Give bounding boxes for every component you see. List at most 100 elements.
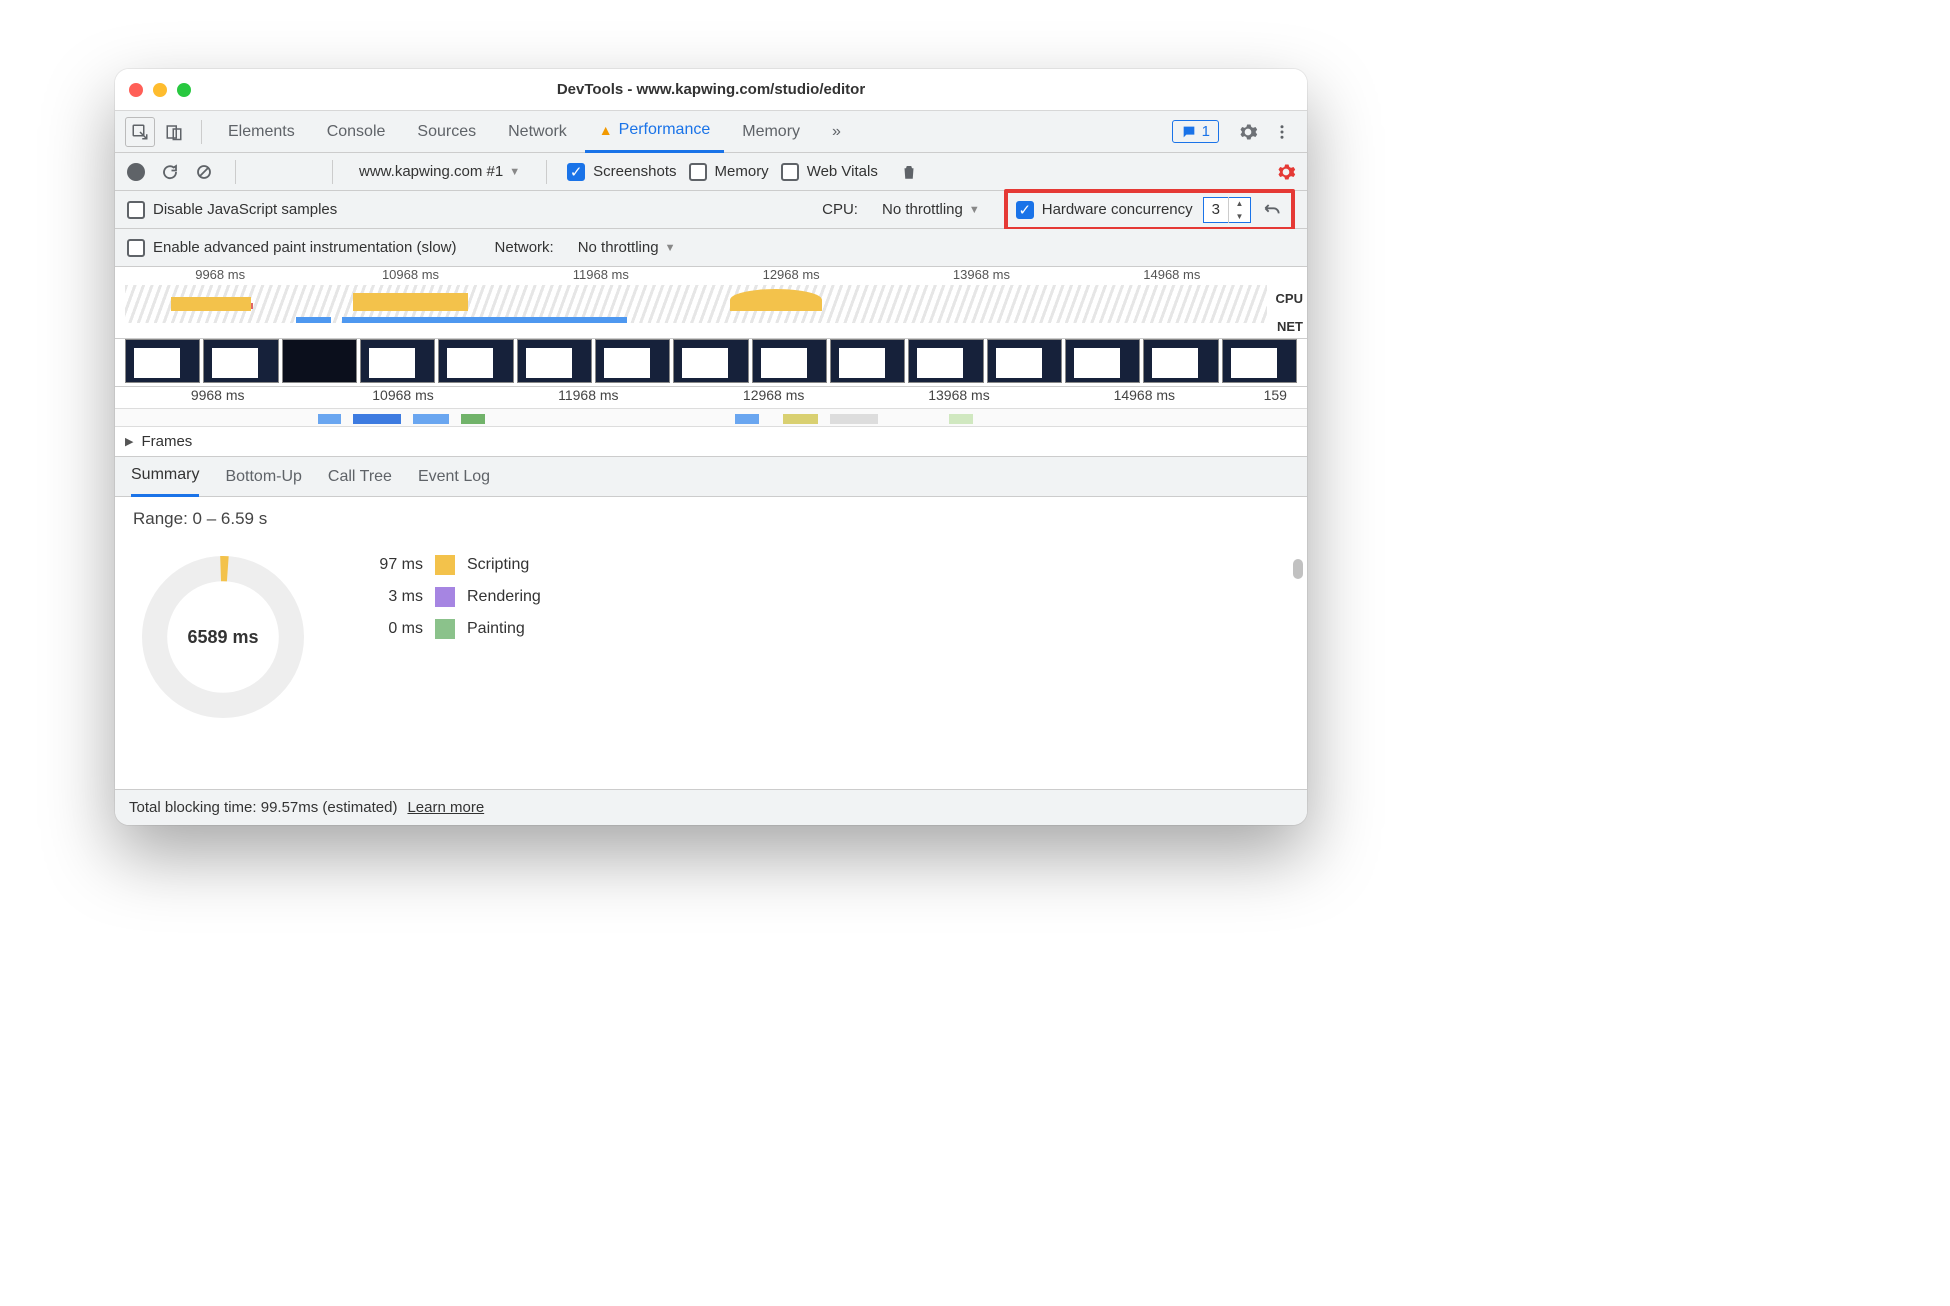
tab-sources[interactable]: Sources xyxy=(403,111,490,153)
summary-donut-chart: 6589 ms xyxy=(133,547,313,727)
load-profile-icon[interactable] xyxy=(256,161,278,183)
screenshot-thumb[interactable] xyxy=(360,339,435,383)
subtab-summary[interactable]: Summary xyxy=(131,457,199,497)
tab-console[interactable]: Console xyxy=(313,111,400,153)
ruler-mark: 10968 ms xyxy=(310,387,495,408)
device-toolbar-icon[interactable] xyxy=(159,117,189,147)
kebab-menu-icon[interactable] xyxy=(1267,117,1297,147)
collect-garbage-icon[interactable] xyxy=(898,161,920,183)
legend-ms: 0 ms xyxy=(353,620,423,638)
clear-button[interactable] xyxy=(193,161,215,183)
net-overview-label: NET xyxy=(1277,319,1303,334)
screenshot-thumb[interactable] xyxy=(830,339,905,383)
warning-icon: ▲ xyxy=(599,122,613,138)
divider xyxy=(332,160,333,184)
timeline-overview[interactable]: 9968 ms 10968 ms 11968 ms 12968 ms 13968… xyxy=(115,267,1307,339)
capture-settings-icon[interactable] xyxy=(1275,161,1297,183)
webvitals-checkbox[interactable]: Web Vitals xyxy=(781,163,878,181)
tab-elements[interactable]: Elements xyxy=(214,111,309,153)
subtab-bottom-up[interactable]: Bottom-Up xyxy=(225,457,301,497)
summary-legend: 97 ms Scripting 3 ms Rendering 0 ms Pain… xyxy=(353,547,541,639)
screenshot-thumb[interactable] xyxy=(517,339,592,383)
input-value: 3 xyxy=(1204,201,1228,218)
tab-network[interactable]: Network xyxy=(494,111,581,153)
network-throttling-select[interactable]: No throttling ▼ xyxy=(572,237,682,258)
screenshot-thumb[interactable] xyxy=(1065,339,1140,383)
screenshot-thumb[interactable] xyxy=(1222,339,1297,383)
undo-icon[interactable] xyxy=(1261,199,1283,221)
tab-label: Performance xyxy=(619,121,711,139)
close-window-button[interactable] xyxy=(129,83,143,97)
legend-label: Scripting xyxy=(467,556,529,574)
tab-performance[interactable]: ▲ Performance xyxy=(585,111,724,153)
checkbox-label: Hardware concurrency xyxy=(1042,201,1193,218)
vertical-scrollbar[interactable] xyxy=(1293,559,1303,579)
screenshot-thumb[interactable] xyxy=(673,339,748,383)
network-track[interactable] xyxy=(115,409,1307,427)
range-label: Range: 0 – 6.59 s xyxy=(133,509,1289,529)
screenshot-thumb[interactable] xyxy=(203,339,278,383)
screenshot-filmstrip[interactable] xyxy=(115,339,1307,387)
checkbox-icon: ✓ xyxy=(1016,201,1034,219)
overview-ruler: 9968 ms 10968 ms 11968 ms 12968 ms 13968… xyxy=(125,267,1267,282)
devtools-tabs: Elements Console Sources Network ▲ Perfo… xyxy=(115,111,1307,153)
tab-memory[interactable]: Memory xyxy=(728,111,814,153)
checkbox-icon xyxy=(689,163,707,181)
settings-icon[interactable] xyxy=(1233,117,1263,147)
flamechart-ruler: 9968 ms 10968 ms 11968 ms 12968 ms 13968… xyxy=(115,387,1307,409)
screenshot-thumb[interactable] xyxy=(438,339,513,383)
screenshot-thumb[interactable] xyxy=(1143,339,1218,383)
stepper-icon[interactable]: ▲▼ xyxy=(1228,197,1250,223)
checkbox-label: Screenshots xyxy=(593,163,676,180)
cpu-overview-label: CPU xyxy=(1276,291,1303,306)
zoom-window-button[interactable] xyxy=(177,83,191,97)
inspect-element-icon[interactable] xyxy=(125,117,155,147)
tab-label: Console xyxy=(327,123,386,141)
select-value: No throttling xyxy=(578,239,659,256)
swatch-icon xyxy=(435,619,455,639)
subtab-event-log[interactable]: Event Log xyxy=(418,457,490,497)
ruler-mark: 9968 ms xyxy=(125,267,315,282)
save-profile-icon[interactable] xyxy=(290,161,312,183)
learn-more-link[interactable]: Learn more xyxy=(407,799,484,816)
issues-badge[interactable]: 1 xyxy=(1172,120,1219,143)
hardware-concurrency-group: ✓ Hardware concurrency 3 ▲▼ xyxy=(1004,189,1295,231)
record-button[interactable] xyxy=(125,161,147,183)
memory-checkbox[interactable]: Memory xyxy=(689,163,769,181)
traffic-lights xyxy=(129,83,191,97)
minimize-window-button[interactable] xyxy=(153,83,167,97)
ruler-mark: 12968 ms xyxy=(681,387,866,408)
hardware-concurrency-input[interactable]: 3 ▲▼ xyxy=(1203,197,1251,223)
select-value: No throttling xyxy=(882,201,963,218)
screenshot-thumb[interactable] xyxy=(987,339,1062,383)
reload-record-button[interactable] xyxy=(159,161,181,183)
chevron-down-icon: ▼ xyxy=(969,204,980,216)
screenshot-thumb[interactable] xyxy=(908,339,983,383)
more-tabs-button[interactable]: » xyxy=(818,111,855,153)
screenshots-checkbox[interactable]: ✓ Screenshots xyxy=(567,163,676,181)
ruler-mark: 13968 ms xyxy=(886,267,1076,282)
frames-track-header[interactable]: ▶ Frames xyxy=(115,427,1307,457)
cpu-throttling-select[interactable]: No throttling ▼ xyxy=(876,199,986,220)
cpu-label: CPU: xyxy=(822,201,858,218)
chevron-down-icon: ▼ xyxy=(509,166,520,178)
hardware-concurrency-checkbox[interactable]: ✓ Hardware concurrency xyxy=(1016,201,1193,219)
window-title: DevTools - www.kapwing.com/studio/editor xyxy=(115,81,1307,98)
screenshot-thumb[interactable] xyxy=(282,339,357,383)
donut-center-value: 6589 ms xyxy=(133,547,313,727)
target-selector[interactable]: www.kapwing.com #1 ▼ xyxy=(353,161,526,182)
legend-label: Rendering xyxy=(467,588,541,606)
more-icon: » xyxy=(832,123,841,141)
screenshot-thumb[interactable] xyxy=(125,339,200,383)
tab-label: Sources xyxy=(417,123,476,141)
capture-options-row-2: Enable advanced paint instrumentation (s… xyxy=(115,229,1307,267)
legend-ms: 3 ms xyxy=(353,588,423,606)
subtab-call-tree[interactable]: Call Tree xyxy=(328,457,392,497)
ruler-mark: 159 xyxy=(1237,387,1297,408)
ruler-mark: 11968 ms xyxy=(496,387,681,408)
screenshot-thumb[interactable] xyxy=(752,339,827,383)
screenshot-thumb[interactable] xyxy=(595,339,670,383)
checkbox-label: Enable advanced paint instrumentation (s… xyxy=(153,239,457,256)
disable-js-samples-checkbox[interactable]: Disable JavaScript samples xyxy=(127,201,337,219)
paint-instrumentation-checkbox[interactable]: Enable advanced paint instrumentation (s… xyxy=(127,239,457,257)
